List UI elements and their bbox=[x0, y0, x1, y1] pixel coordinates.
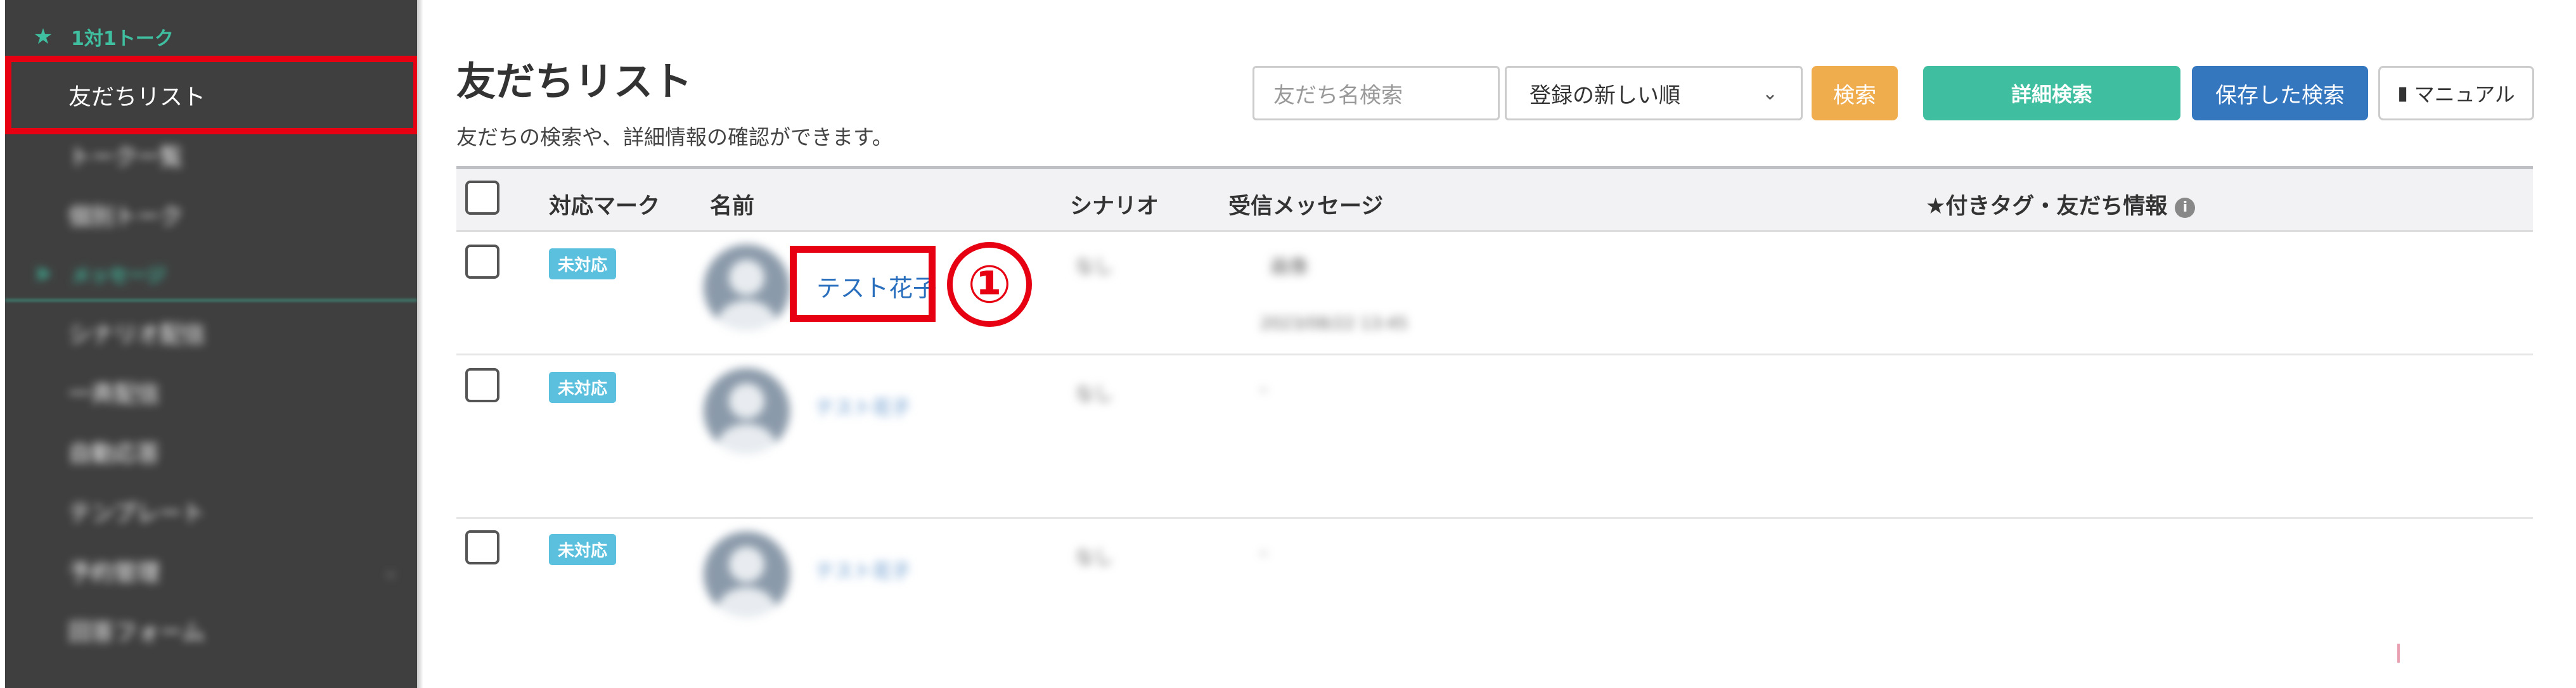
sidebar-item-label: 予約管理 bbox=[68, 560, 160, 586]
page-subtitle: 友だちの検索や、詳細情報の確認ができます。 bbox=[456, 125, 893, 150]
sidebar-item-label: トーク一覧 bbox=[68, 144, 183, 170]
sidebar-item-label: シナリオ配信 bbox=[68, 322, 206, 348]
row-checkbox[interactable] bbox=[465, 368, 499, 402]
column-name: 名前 bbox=[710, 194, 755, 219]
sidebar-item-label: 自動応答 bbox=[68, 441, 160, 467]
sidebar-shadow bbox=[417, 0, 423, 688]
info-icon: i bbox=[2175, 198, 2196, 218]
received-date-cell: 2023/08/22 13:45 bbox=[1260, 314, 1408, 333]
sidebar-item-template[interactable]: テンプレート bbox=[5, 481, 417, 541]
table-row[interactable]: 未対応 テスト花子 なし - bbox=[456, 355, 2533, 519]
sidebar-item-auto-reply[interactable]: 自動応答 bbox=[5, 422, 417, 481]
scenario-cell: なし bbox=[1075, 547, 1113, 569]
corner-mark bbox=[2397, 644, 2400, 663]
step-number-annotation: ① bbox=[947, 242, 1032, 327]
sidebar-category-1on1[interactable]: ★ 1対1トーク bbox=[5, 18, 417, 56]
sort-order-value: 登録の新しい順 bbox=[1530, 82, 1680, 108]
chevron-down-icon: ⌄ bbox=[383, 560, 398, 582]
friend-name-link[interactable]: テスト花子 bbox=[815, 556, 910, 583]
friend-name-search-input[interactable]: 友だち名検索 bbox=[1253, 66, 1500, 120]
avatar bbox=[704, 368, 790, 454]
sidebar-item-individual-talk[interactable]: 個別トーク bbox=[5, 185, 417, 245]
row-checkbox[interactable] bbox=[465, 530, 499, 564]
sort-order-select[interactable]: 登録の新しい順 ⌄ bbox=[1505, 66, 1803, 120]
column-status: 対応マーク bbox=[549, 194, 660, 219]
column-scenario: シナリオ bbox=[1070, 194, 1159, 219]
avatar bbox=[704, 245, 790, 331]
highlight-box-friend-name bbox=[790, 246, 936, 322]
sidebar-category-label: 1対1トーク bbox=[71, 28, 174, 50]
saved-search-button[interactable]: 保存した検索 bbox=[2192, 66, 2368, 120]
sidebar-category-label: メッセージ bbox=[71, 265, 166, 287]
sidebar-item-label: 一斉配信 bbox=[68, 381, 160, 407]
sidebar-item-scenario[interactable]: シナリオ配信 bbox=[5, 303, 417, 362]
sidebar-item-talk-list[interactable]: トーク一覧 bbox=[5, 125, 417, 185]
star-icon: ★ bbox=[33, 24, 53, 49]
send-icon: ➤ bbox=[34, 261, 53, 286]
sidebar-item-label: 回答フォーム bbox=[68, 620, 205, 646]
column-tags-label: ★付きタグ・友だち情報 bbox=[1926, 194, 2168, 219]
manual-button-label: マニュアル bbox=[2414, 82, 2515, 106]
select-all-checkbox[interactable] bbox=[465, 181, 499, 215]
status-badge[interactable]: 未対応 bbox=[549, 372, 617, 403]
book-icon: ▮ bbox=[2397, 82, 2408, 105]
received-message-cell: - bbox=[1260, 542, 1267, 564]
sidebar: ★ 1対1トーク 友だちリスト トーク一覧 個別トーク ➤ メッセージ シナリオ… bbox=[5, 0, 417, 688]
table-row[interactable]: 未対応 テスト花子 なし - bbox=[456, 519, 2533, 682]
sidebar-category-message[interactable]: ➤ メッセージ bbox=[5, 250, 417, 298]
main-content: 友だちリスト 友だちの検索や、詳細情報の確認ができます。 友だち名検索 登録の新… bbox=[444, 0, 2561, 688]
page-title: 友だちリスト bbox=[456, 58, 693, 105]
received-message-cell: - bbox=[1260, 378, 1267, 400]
sidebar-item-reservation[interactable]: 予約管理 ⌄ bbox=[5, 541, 417, 601]
avatar bbox=[704, 532, 790, 618]
sidebar-divider bbox=[5, 299, 417, 302]
column-received-message: 受信メッセージ bbox=[1228, 194, 1384, 219]
detail-search-button[interactable]: 詳細検索 bbox=[1923, 66, 2180, 120]
sidebar-item-label: 個別トーク bbox=[68, 204, 183, 230]
column-tags: ★付きタグ・友だち情報 i bbox=[1926, 188, 2196, 220]
table-header: 対応マーク 名前 シナリオ 受信メッセージ ★付きタグ・友だち情報 i bbox=[456, 166, 2533, 232]
scenario-cell: なし bbox=[1075, 256, 1113, 278]
chevron-down-icon: ⌄ bbox=[1761, 82, 1778, 105]
status-badge[interactable]: 未対応 bbox=[549, 248, 617, 279]
friend-table: 対応マーク 名前 シナリオ 受信メッセージ ★付きタグ・友だち情報 i 未対応 テ… bbox=[456, 166, 2533, 682]
friend-name-link[interactable]: テスト花子 bbox=[815, 392, 910, 420]
row-checkbox[interactable] bbox=[465, 245, 499, 279]
status-badge[interactable]: 未対応 bbox=[549, 534, 617, 565]
sidebar-item-form[interactable]: 回答フォーム bbox=[5, 601, 417, 660]
scenario-cell: なし bbox=[1075, 383, 1113, 405]
sidebar-item-label: テンプレート bbox=[68, 500, 205, 526]
manual-button[interactable]: ▮ マニュアル bbox=[2378, 66, 2534, 120]
sidebar-item-broadcast[interactable]: 一斉配信 bbox=[5, 362, 417, 422]
highlight-box-friend-list bbox=[5, 56, 417, 134]
search-button[interactable]: 検索 bbox=[1812, 66, 1898, 120]
table-row[interactable]: 未対応 テスト花子 なし 画像 2023/08/22 13:45 bbox=[456, 232, 2533, 355]
received-message-cell: 画像 bbox=[1270, 256, 1308, 278]
